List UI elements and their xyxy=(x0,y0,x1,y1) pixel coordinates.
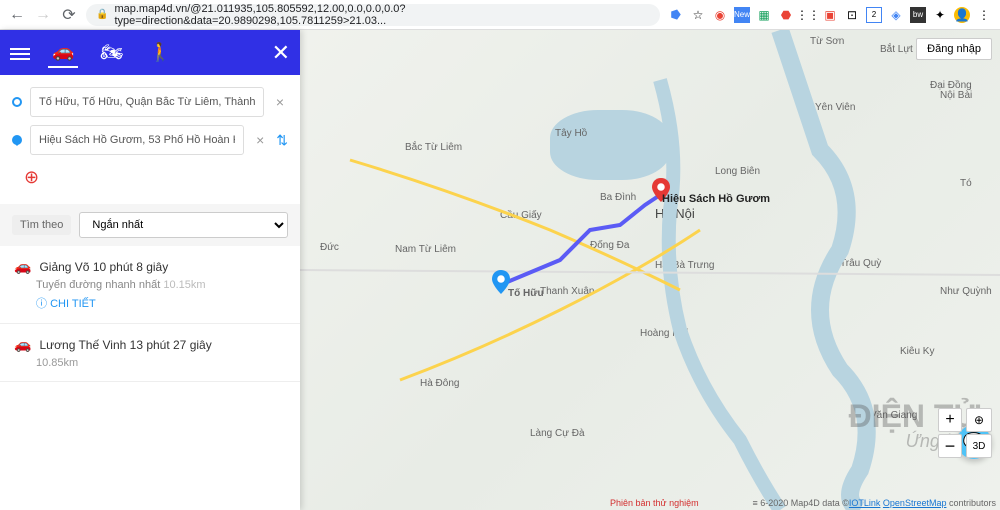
mode-walk-button[interactable]: 🚶 xyxy=(145,38,175,67)
filter-label: Tìm theo xyxy=(12,215,71,235)
url-text: map.map4d.vn/@21.011935,105.805592,12.00… xyxy=(114,3,650,27)
ext-icon[interactable]: ◈ xyxy=(888,7,904,23)
destination-label: Hiệu Sách Hồ Gươm xyxy=(662,193,770,205)
ext-icon[interactable]: 2 xyxy=(866,7,882,23)
clear-destination-icon[interactable]: × xyxy=(252,132,268,148)
avatar-icon[interactable]: 👤 xyxy=(954,7,970,23)
zoom-out-button[interactable]: − xyxy=(938,434,962,458)
route-option[interactable]: 🚗 Giảng Võ 10 phút 8 giây Tuyến đường nh… xyxy=(0,246,300,324)
origin-pin-icon xyxy=(12,97,22,107)
mode-motorbike-button[interactable]: 🏍 xyxy=(96,38,127,67)
ext-icon[interactable]: ◉ xyxy=(712,7,728,23)
zoom-in-button[interactable]: + xyxy=(938,408,962,432)
hamburger-icon[interactable] xyxy=(10,45,30,61)
swap-icon[interactable]: ⇅ xyxy=(276,132,288,149)
ext-icon[interactable]: ▣ xyxy=(822,7,838,23)
attr-link[interactable]: IOTLink xyxy=(849,498,881,508)
login-button[interactable]: Đăng nhập xyxy=(916,38,992,60)
route-list: 🚗 Giảng Võ 10 phút 8 giây Tuyến đường nh… xyxy=(0,246,300,510)
extension-icons: ⭓ ☆ ◉ New ▦ ⬣ ⋮⋮ ▣ ⊡ 2 ◈ bw ✦ 👤 ⋮ xyxy=(668,7,992,23)
ext-icon[interactable]: ⊡ xyxy=(844,7,860,23)
ext-icon[interactable]: ⬣ xyxy=(778,7,794,23)
compass-button[interactable]: ⊕ xyxy=(966,408,992,432)
route-title: Giảng Võ 10 phút 8 giây xyxy=(39,260,168,274)
clear-origin-icon[interactable]: × xyxy=(272,94,288,110)
destination-pin-icon xyxy=(12,135,22,145)
mode-car-button[interactable]: 🚗 xyxy=(48,37,78,68)
directions-panel: 🚗 🏍 🚶 ✕ × × ⇅ ⊕ Tìm theo Ngắn nhất xyxy=(0,30,300,510)
travel-mode-bar: 🚗 🏍 🚶 ✕ xyxy=(0,30,300,75)
route-distance: 10.85km xyxy=(36,357,286,369)
address-bar[interactable]: 🔒 map.map4d.vn/@21.011935,105.805592,12.… xyxy=(86,4,660,26)
attribution: ≡ 6-2020 Map4D data ©IOTLink OpenStreetM… xyxy=(752,498,996,508)
back-button[interactable]: ← xyxy=(8,6,26,24)
lock-icon: 🔒 xyxy=(96,9,108,20)
route-subtitle: Tuyến đường nhanh nhất 10.15km xyxy=(36,279,286,291)
ext-icon[interactable]: ⋮⋮ xyxy=(800,7,816,23)
filter-select[interactable]: Ngắn nhất xyxy=(79,212,288,238)
waypoint-inputs: × × ⇅ ⊕ xyxy=(0,75,300,204)
map-canvas[interactable]: Tố Hữu Hiệu Sách Hồ Gươm Hà Nội Từ Sơn B… xyxy=(300,30,1000,510)
destination-input[interactable] xyxy=(30,125,244,155)
ext-icon[interactable]: bw xyxy=(910,7,926,23)
star-icon[interactable]: ☆ xyxy=(690,7,706,23)
beta-label: Phiên bản thử nghiệm xyxy=(610,498,699,508)
attr-link[interactable]: OpenStreetMap xyxy=(883,498,947,508)
browser-toolbar: ← → ⟳ 🔒 map.map4d.vn/@21.011935,105.8055… xyxy=(0,0,1000,30)
route-title: Lương Thế Vinh 13 phút 27 giây xyxy=(39,338,211,352)
origin-marker[interactable] xyxy=(492,270,510,294)
filter-row: Tìm theo Ngắn nhất xyxy=(0,204,300,246)
origin-input[interactable] xyxy=(30,87,264,117)
route-detail-link[interactable]: ⓘ CHI TIẾT xyxy=(36,295,286,311)
menu-icon[interactable]: ⋮ xyxy=(976,7,992,23)
ext-icon[interactable]: New xyxy=(734,7,750,23)
reload-button[interactable]: ⟳ xyxy=(60,6,78,24)
extensions-icon[interactable]: ✦ xyxy=(932,7,948,23)
add-waypoint-button[interactable]: ⊕ xyxy=(12,163,288,192)
close-icon[interactable]: ✕ xyxy=(272,40,290,66)
forward-button[interactable]: → xyxy=(34,6,52,24)
translate-icon[interactable]: ⭓ xyxy=(668,7,684,23)
view-3d-button[interactable]: 3D xyxy=(966,434,992,458)
car-icon: 🚗 xyxy=(14,336,31,353)
car-icon: 🚗 xyxy=(14,258,31,275)
ext-icon[interactable]: ▦ xyxy=(756,7,772,23)
route-option[interactable]: 🚗 Lương Thế Vinh 13 phút 27 giây 10.85km xyxy=(0,324,300,382)
